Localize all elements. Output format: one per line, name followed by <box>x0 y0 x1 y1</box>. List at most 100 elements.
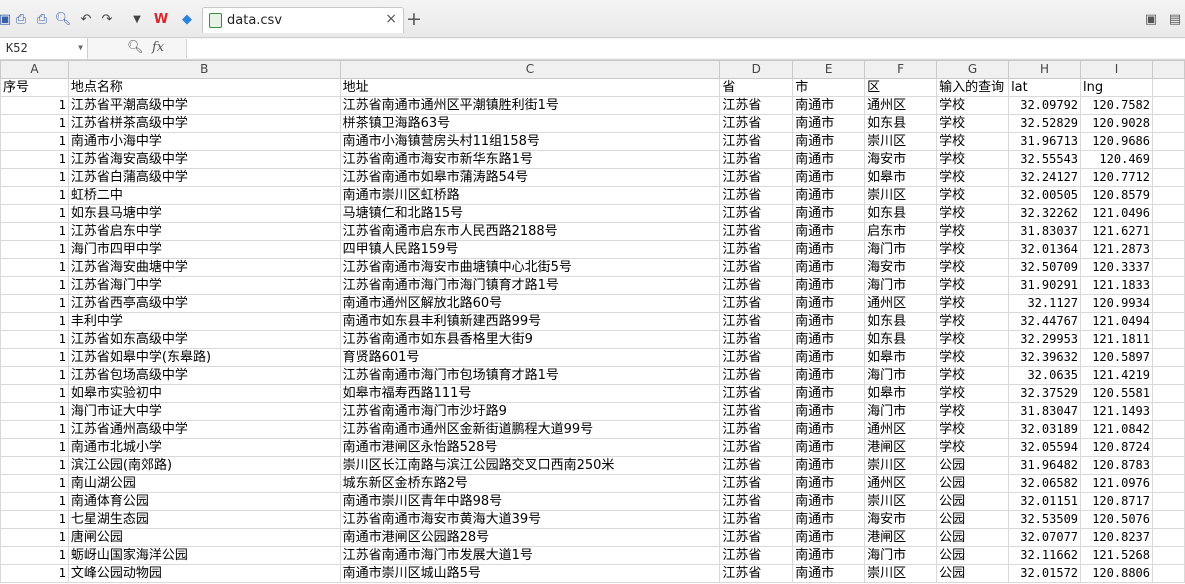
cell-empty[interactable] <box>1152 276 1185 295</box>
cube-icon[interactable]: ◆ <box>178 10 196 28</box>
cell-g[interactable]: 学校 <box>936 222 1010 241</box>
cell-g[interactable]: 公园 <box>936 510 1010 529</box>
cell-i[interactable]: 121.4219 <box>1080 366 1153 385</box>
cell-a[interactable]: 1 <box>0 492 69 511</box>
cell-c[interactable]: 城东新区金桥东路2号 <box>339 474 721 493</box>
cell-h[interactable]: 32.09792 <box>1008 96 1082 115</box>
cell-h[interactable]: 32.39632 <box>1008 348 1082 367</box>
cell-d[interactable]: 江苏省 <box>719 492 794 511</box>
new-tab-icon[interactable]: + <box>406 8 422 30</box>
cell-a[interactable]: 1 <box>0 114 69 133</box>
cell-g[interactable]: 公园 <box>936 564 1010 583</box>
cell-h[interactable]: 32.05594 <box>1008 438 1082 457</box>
tab-data-csv[interactable]: data.csv × <box>202 7 404 33</box>
cell-f[interactable]: 海门市 <box>864 240 938 259</box>
column-header-e[interactable]: E <box>792 60 866 79</box>
cell-e[interactable]: 南通市 <box>792 474 866 493</box>
cell-e[interactable]: 南通市 <box>792 168 866 187</box>
cell-empty[interactable] <box>1152 438 1185 457</box>
cell-empty[interactable] <box>1152 384 1185 403</box>
cell-f[interactable]: 港闸区 <box>864 438 938 457</box>
column-header-h[interactable]: H <box>1008 60 1082 79</box>
cell-a[interactable]: 1 <box>0 222 69 241</box>
column-header-c[interactable]: C <box>339 60 721 79</box>
cell-f[interactable]: 崇川区 <box>864 564 938 583</box>
cell-i[interactable]: 121.1833 <box>1080 276 1153 295</box>
cell-i[interactable]: 121.2873 <box>1080 240 1153 259</box>
cell-f[interactable]: 启东市 <box>864 222 938 241</box>
cell-f[interactable]: 海门市 <box>864 546 938 565</box>
cell-i[interactable]: 120.7712 <box>1080 168 1153 187</box>
cell-e[interactable]: 南通市 <box>792 384 866 403</box>
cell-c[interactable]: 江苏省南通市海门市包场镇育才路1号 <box>339 366 721 385</box>
cell-b[interactable]: 海门市四甲中学 <box>67 240 341 259</box>
cell-f[interactable]: 海门市 <box>864 276 938 295</box>
cell-g[interactable]: 学校 <box>936 114 1010 133</box>
cell-c[interactable]: 栟茶镇卫海路63号 <box>339 114 721 133</box>
cell-d[interactable]: 江苏省 <box>719 276 794 295</box>
cell-i[interactable]: 120.9028 <box>1080 114 1153 133</box>
cell-c[interactable]: 南通市通州区解放北路60号 <box>339 294 721 313</box>
cell-g[interactable]: 学校 <box>936 312 1010 331</box>
cell-i[interactable]: 121.0976 <box>1080 474 1153 493</box>
cell-empty[interactable] <box>1152 186 1185 205</box>
cell-b[interactable]: 南通市北城小学 <box>67 438 341 457</box>
cell-b[interactable]: 蛎岈山国家海洋公园 <box>67 546 341 565</box>
cell-g[interactable]: 学校 <box>936 132 1010 151</box>
cell-a[interactable]: 1 <box>0 258 69 277</box>
cell-b[interactable]: 江苏省如皋中学(东皋路) <box>67 348 341 367</box>
cell-f[interactable]: 如东县 <box>864 204 938 223</box>
cell-g[interactable]: 学校 <box>936 258 1010 277</box>
cell-f[interactable]: 通州区 <box>864 294 938 313</box>
cell-empty[interactable] <box>1152 294 1185 313</box>
cell-c[interactable]: 南通市如东县丰利镇新建西路99号 <box>339 312 721 331</box>
cell-d[interactable]: 江苏省 <box>719 330 794 349</box>
cell-d[interactable]: 江苏省 <box>719 420 794 439</box>
cell-e[interactable]: 南通市 <box>792 366 866 385</box>
cell-d[interactable]: 江苏省 <box>719 258 794 277</box>
cell-g[interactable]: 学校 <box>936 240 1010 259</box>
cell-i[interactable]: 120.8724 <box>1080 438 1153 457</box>
cell-a[interactable]: 1 <box>0 240 69 259</box>
wps-logo-icon[interactable]: W <box>152 10 170 28</box>
cell-i[interactable]: 121.1811 <box>1080 330 1153 349</box>
cell-i[interactable]: 120.7582 <box>1080 96 1153 115</box>
cell-c[interactable]: 南通市港闸区公园路28号 <box>339 528 721 547</box>
cell-b[interactable]: 江苏省海门中学 <box>67 276 341 295</box>
cell-d[interactable]: 江苏省 <box>719 240 794 259</box>
cell-b[interactable]: 江苏省栟茶高级中学 <box>67 114 341 133</box>
cell-empty[interactable] <box>1152 150 1185 169</box>
column-header-b[interactable]: B <box>67 60 341 79</box>
cell-b[interactable]: 南通体育公园 <box>67 492 341 511</box>
cell-g[interactable]: 公园 <box>936 474 1010 493</box>
cell-i[interactable]: 120.9934 <box>1080 294 1153 313</box>
cell-empty[interactable] <box>1152 204 1185 223</box>
cell-i[interactable]: 121.0496 <box>1080 204 1153 223</box>
cell-h[interactable]: 32.01364 <box>1008 240 1082 259</box>
cell-i[interactable]: 121.1493 <box>1080 402 1153 421</box>
cell-e[interactable]: 南通市 <box>792 564 866 583</box>
cell-a[interactable]: 1 <box>0 456 69 475</box>
cell-a[interactable]: 1 <box>0 132 69 151</box>
cell-g[interactable]: 学校 <box>936 384 1010 403</box>
cell-c[interactable]: 江苏省南通市海安市曲塘镇中心北街5号 <box>339 258 721 277</box>
cell-i[interactable]: 120.469 <box>1080 150 1153 169</box>
cell-f[interactable]: 海门市 <box>864 402 938 421</box>
chevron-down-icon[interactable]: ▼ <box>78 43 83 52</box>
cell-g[interactable]: 学校 <box>936 330 1010 349</box>
cell-h[interactable]: 32.0635 <box>1008 366 1082 385</box>
cell-e[interactable]: 南通市 <box>792 312 866 331</box>
cell-e[interactable]: 南通市 <box>792 96 866 115</box>
cell-d[interactable]: 江苏省 <box>719 96 794 115</box>
cell-d[interactable]: 江苏省 <box>719 186 794 205</box>
cell-a[interactable]: 1 <box>0 312 69 331</box>
cell-h[interactable]: 32.03189 <box>1008 420 1082 439</box>
cell-b[interactable]: 江苏省通州高级中学 <box>67 420 341 439</box>
cell-b[interactable]: 江苏省西亭高级中学 <box>67 294 341 313</box>
cell-g[interactable]: 学校 <box>936 294 1010 313</box>
column-header-i[interactable]: I <box>1080 60 1153 79</box>
cell-h[interactable]: 31.96482 <box>1008 456 1082 475</box>
cell-b[interactable]: 南山湖公园 <box>67 474 341 493</box>
cell-b[interactable]: 如东县马塘中学 <box>67 204 341 223</box>
cell-c[interactable]: 江苏省南通市通州区金新街道鹏程大道99号 <box>339 420 721 439</box>
